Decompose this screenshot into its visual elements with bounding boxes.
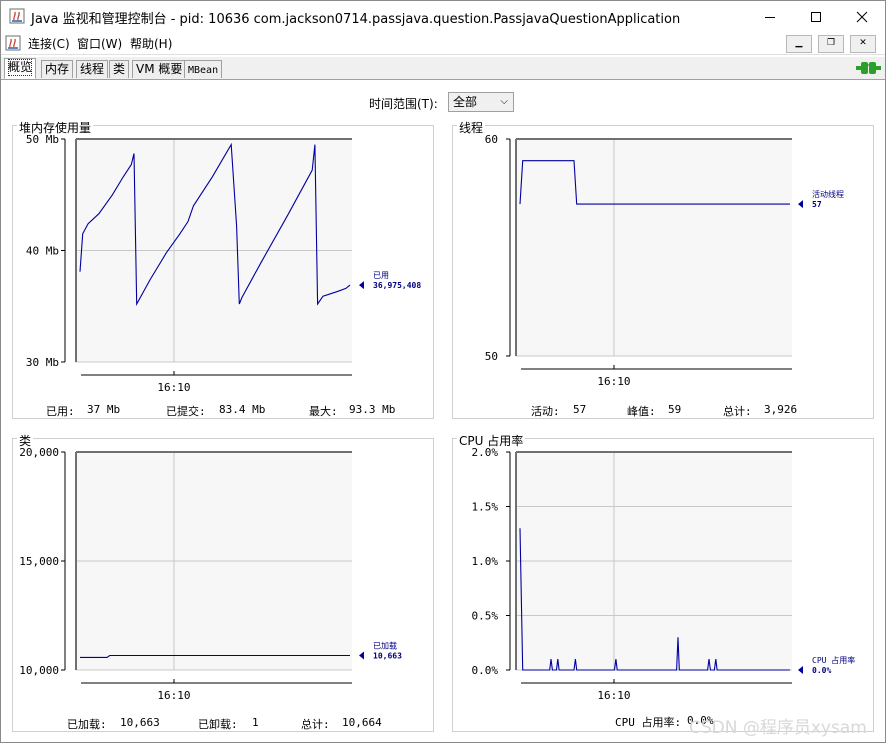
tab-overview[interactable]: 概览 bbox=[4, 58, 37, 79]
heap-used-label: 已用: bbox=[46, 405, 75, 418]
maximize-icon bbox=[811, 11, 821, 22]
threads-total-label: 总计: bbox=[723, 405, 752, 418]
connection-status-icon bbox=[856, 62, 881, 74]
menu-connect[interactable]: 连接(C) bbox=[28, 35, 70, 52]
heap-used-value: 37 Mb bbox=[87, 403, 121, 416]
classes-total-label: 总计: bbox=[301, 718, 330, 731]
threads-live-label: 活动: bbox=[531, 405, 560, 418]
frame-close-icon: ✕ bbox=[859, 38, 867, 48]
maximize-button[interactable] bbox=[793, 1, 839, 32]
title-bar[interactable]: Java 监视和管理控制台 - pid: 10636 com.jackson07… bbox=[1, 1, 885, 32]
threads-total-value: 3,926 bbox=[764, 403, 798, 416]
app-window: Java 监视和管理控制台 - pid: 10636 com.jackson07… bbox=[0, 0, 886, 743]
cpu-panel bbox=[452, 438, 874, 732]
classes-loaded-value: 10,663 bbox=[120, 716, 160, 729]
frame-restore-icon: ❐ bbox=[826, 38, 836, 48]
classes-unloaded-value: 1 bbox=[252, 716, 259, 729]
heap-committed-label: 已提交: bbox=[166, 405, 206, 418]
window-title: Java 监视和管理控制台 - pid: 10636 com.jackson07… bbox=[31, 12, 681, 27]
menu-help[interactable]: 帮助(H) bbox=[130, 35, 172, 52]
heap-panel-title: 堆内存使用量 bbox=[17, 119, 94, 136]
threads-peak-value: 59 bbox=[668, 403, 682, 416]
time-range-label: 时间范围(T): bbox=[369, 97, 438, 111]
minimize-button[interactable] bbox=[747, 1, 793, 32]
tab-mbean[interactable]: MBean bbox=[184, 60, 223, 78]
heap-committed-value: 83.4 Mb bbox=[219, 403, 266, 416]
frame-minimize-icon: ▁ bbox=[795, 38, 803, 48]
classes-unloaded-label: 已卸载: bbox=[198, 718, 238, 731]
classes-panel bbox=[12, 438, 434, 732]
classes-loaded-label: 已加载: bbox=[67, 718, 107, 731]
tab-memory[interactable]: 内存 bbox=[41, 60, 74, 78]
threads-peak-label: 峰值: bbox=[627, 405, 656, 418]
chevron-down-icon: ⌵ bbox=[500, 96, 508, 107]
heap-max-value: 93.3 Mb bbox=[349, 403, 396, 416]
java-app-icon bbox=[9, 8, 25, 24]
classes-total-value: 10,664 bbox=[342, 716, 382, 729]
heap-max-label: 最大: bbox=[309, 405, 338, 418]
time-range-select[interactable]: 全部 ⌵ bbox=[448, 92, 514, 112]
tab-threads[interactable]: 线程 bbox=[76, 60, 109, 78]
close-button[interactable] bbox=[839, 1, 885, 32]
threads-panel-title: 线程 bbox=[457, 119, 486, 136]
frame-close-button[interactable]: ✕ bbox=[850, 35, 876, 53]
tab-strip: 概览 内存 线程 类 VM 概要 MBean bbox=[1, 57, 885, 80]
heap-panel bbox=[12, 125, 434, 419]
menu-window[interactable]: 窗口(W) bbox=[77, 35, 122, 52]
frame-minimize-button[interactable]: ▁ bbox=[786, 35, 812, 53]
cpu-usage-label: CPU 占用率: bbox=[615, 716, 682, 729]
menu-bar: 连接(C) 窗口(W) 帮助(H) bbox=[1, 32, 885, 55]
internal-frame-icon[interactable] bbox=[5, 35, 21, 51]
classes-panel-title: 类 bbox=[17, 432, 34, 449]
frame-restore-button[interactable]: ❐ bbox=[818, 35, 844, 53]
close-icon bbox=[856, 11, 868, 22]
time-range-value: 全部 bbox=[453, 95, 478, 109]
tab-vm-summary[interactable]: VM 概要 bbox=[132, 60, 187, 78]
watermark: CSDN @程序员xysam bbox=[689, 718, 867, 738]
threads-live-value: 57 bbox=[573, 403, 587, 416]
minimize-icon bbox=[765, 16, 775, 18]
cpu-panel-title: CPU 占用率 bbox=[457, 432, 526, 449]
threads-panel bbox=[452, 125, 874, 419]
tab-classes[interactable]: 类 bbox=[109, 60, 130, 78]
